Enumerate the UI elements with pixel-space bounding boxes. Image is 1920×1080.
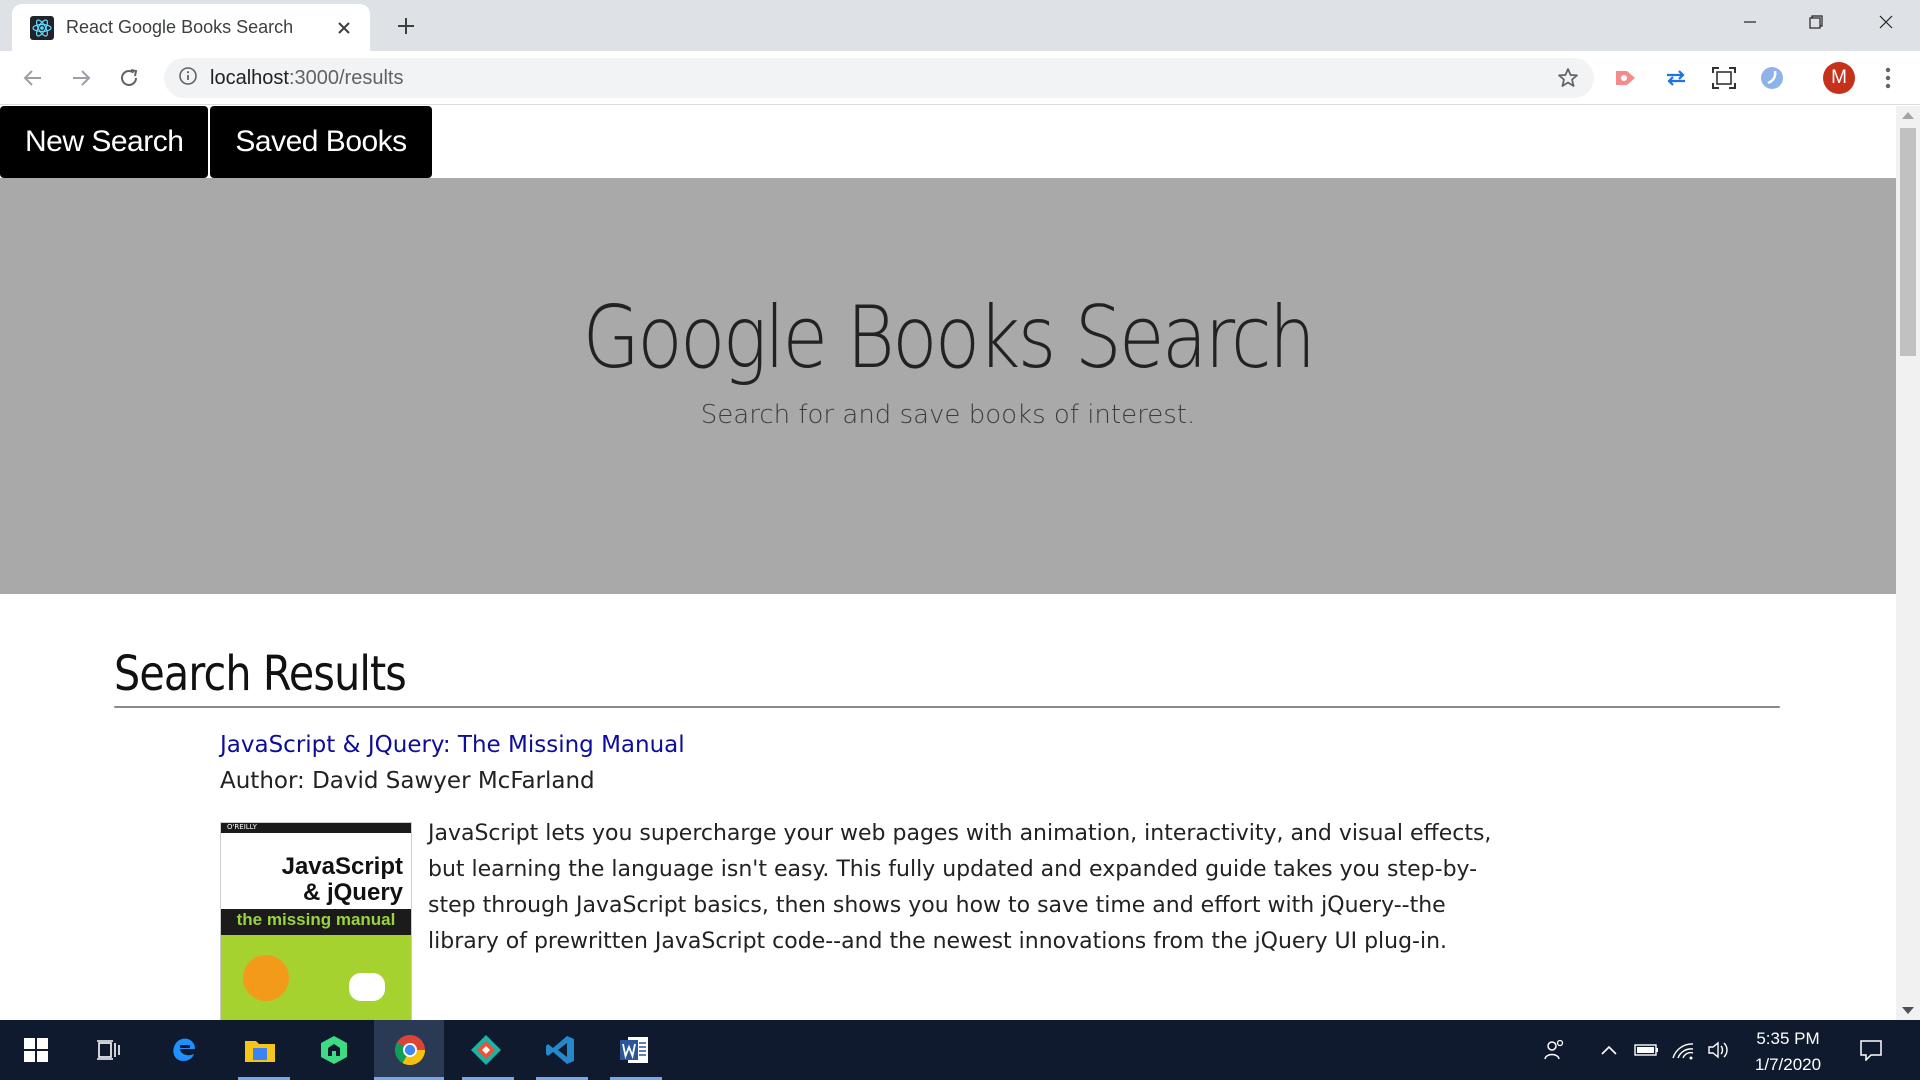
gitkraken-icon[interactable] (466, 1030, 506, 1070)
cover-title-line1: JavaScript (281, 853, 403, 880)
people-icon[interactable] (1542, 1038, 1568, 1062)
saved-books-link[interactable]: Saved Books (210, 106, 432, 178)
new-tab-button[interactable] (392, 12, 420, 40)
results-heading: Search Results (114, 646, 407, 702)
wifi-icon[interactable] (1670, 1038, 1696, 1062)
scroll-up-arrow-icon[interactable] (1902, 112, 1914, 119)
extension-screenshot-icon[interactable] (1710, 64, 1738, 92)
cover-dog-illustration (349, 973, 385, 1001)
windows-start-icon[interactable] (16, 1030, 56, 1070)
file-explorer-icon[interactable] (240, 1030, 280, 1070)
volume-icon[interactable] (1706, 1038, 1732, 1062)
reload-icon[interactable] (114, 63, 144, 93)
forward-arrow-icon[interactable] (66, 63, 96, 93)
chevron-up-icon[interactable] (1596, 1038, 1622, 1062)
back-arrow-icon[interactable] (18, 63, 48, 93)
cover-edition-badge (243, 955, 289, 1001)
scroll-thumb[interactable] (1900, 128, 1916, 356)
browser-tab[interactable]: React Google Books Search (12, 4, 370, 51)
page-title: Google Books Search (582, 288, 1316, 388)
chrome-icon[interactable] (390, 1030, 430, 1070)
edge-browser-icon[interactable] (164, 1030, 204, 1070)
task-view-icon[interactable] (88, 1030, 128, 1070)
page-scrollbar[interactable] (1896, 106, 1920, 1020)
book-description: JavaScript lets you supercharge your web… (428, 821, 1492, 954)
close-tab-icon[interactable] (334, 18, 354, 38)
word-icon[interactable] (614, 1030, 654, 1070)
tab-strip: React Google Books Search (0, 0, 1920, 51)
extension-record-icon[interactable] (1612, 64, 1640, 92)
url-text[interactable]: localhost:3000/results (210, 67, 403, 90)
react-logo-icon (30, 15, 54, 40)
extension-arrows-icon[interactable] (1662, 64, 1690, 92)
tab-title: React Google Books Search (66, 17, 294, 37)
top-nav: New Search Saved Books (0, 106, 434, 178)
cover-title-line2: & jQuery (302, 879, 403, 906)
system-clock[interactable]: 5:35 PM 1/7/2020 (1746, 1026, 1830, 1078)
minimize-icon[interactable] (1732, 8, 1768, 36)
android-studio-icon[interactable] (314, 1030, 354, 1070)
address-bar[interactable]: localhost:3000/results (164, 58, 1594, 98)
restore-icon[interactable] (1798, 8, 1834, 36)
bookmark-star-icon[interactable] (1556, 66, 1580, 90)
cover-band: the missing manual (221, 909, 411, 935)
vscode-icon[interactable] (540, 1030, 580, 1070)
clock-date: 1/7/2020 (1754, 1055, 1822, 1074)
page-viewport: New Search Saved Books Google Books Sear… (0, 106, 1896, 1020)
extension-globe-icon[interactable] (1758, 64, 1786, 92)
clock-time: 5:35 PM (1756, 1029, 1820, 1048)
close-window-icon[interactable] (1868, 8, 1904, 36)
taskbar: 5:35 PM 1/7/2020 (0, 1020, 1920, 1080)
profile-avatar[interactable]: M (1823, 62, 1855, 94)
cover-publisher: O'REILLY (227, 823, 257, 831)
book-cover-image: O'REILLY JavaScript & jQuery the missing… (220, 822, 412, 1020)
battery-icon[interactable] (1634, 1038, 1660, 1062)
menu-kebab-icon[interactable] (1874, 64, 1902, 92)
browser-toolbar: localhost:3000/results M (0, 51, 1920, 105)
info-icon[interactable] (178, 66, 198, 90)
book-title-link[interactable]: JavaScript & JQuery: The Missing Manual (220, 732, 685, 758)
book-author: Author: David Sawyer McFarland (220, 768, 595, 794)
results-divider (114, 706, 1780, 708)
notification-center-icon[interactable] (1858, 1038, 1884, 1062)
new-search-link[interactable]: New Search (0, 106, 209, 178)
url-host: localhost (210, 66, 289, 89)
hero-banner: Google Books Search Search for and save … (0, 178, 1896, 594)
page-subtitle: Search for and save books of interest. (700, 400, 1196, 430)
scroll-down-arrow-icon[interactable] (1902, 1007, 1914, 1014)
url-path: :3000/results (288, 66, 404, 89)
